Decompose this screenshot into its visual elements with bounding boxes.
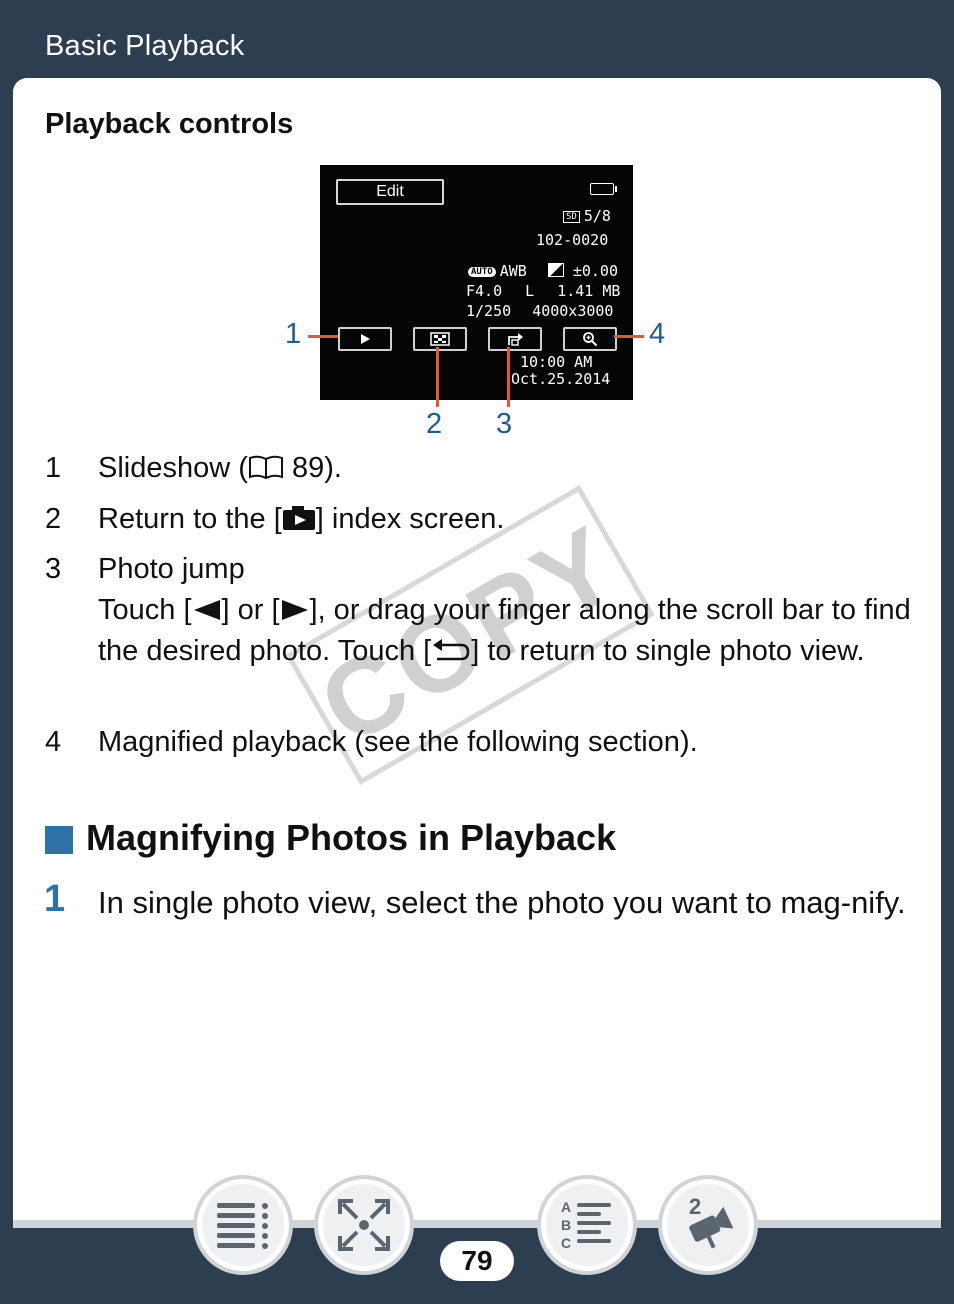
resolution-value: 4000x3000 bbox=[532, 302, 614, 320]
previous-arrow-icon bbox=[193, 600, 220, 620]
list-item-text: Magnified playback (see the following se… bbox=[98, 726, 698, 758]
table-of-contents-icon bbox=[217, 1203, 268, 1249]
magnify-button bbox=[563, 327, 617, 351]
exposure-compensation-icon bbox=[547, 263, 564, 277]
shooting-info-row-3: 1/250 4000x3000 bbox=[466, 302, 613, 320]
fit-to-screen-button[interactable] bbox=[314, 1175, 414, 1275]
svg-text:B: B bbox=[561, 1217, 571, 1233]
callout-1-leader bbox=[308, 335, 338, 338]
item-3-title: Photo jump bbox=[98, 553, 245, 585]
fit-to-screen-icon bbox=[338, 1199, 390, 1251]
exposure-value: ±0.00 bbox=[572, 262, 618, 280]
battery-icon bbox=[590, 183, 617, 195]
section-heading: Playback controls bbox=[45, 108, 294, 140]
page-bottom-divider bbox=[13, 1220, 941, 1228]
edit-button: Edit bbox=[336, 179, 444, 205]
shutter-value: 1/250 bbox=[466, 302, 512, 320]
file-size-value: 1.41 MB bbox=[557, 282, 621, 300]
abc-index-button[interactable]: ABC bbox=[537, 1175, 637, 1275]
callout-4: 4 bbox=[649, 318, 666, 350]
return-icon bbox=[433, 639, 470, 661]
callout-2: 2 bbox=[426, 408, 443, 440]
list-item-number: 1 bbox=[45, 452, 62, 484]
book-reference-icon bbox=[248, 455, 283, 480]
callout-4-leader bbox=[614, 335, 644, 338]
page-number: 79 bbox=[440, 1241, 514, 1281]
photo-jump-button bbox=[488, 327, 542, 351]
step-number: 1 bbox=[44, 878, 66, 920]
play-icon bbox=[361, 334, 370, 344]
shooting-info-row-1: AUTO AWB ±0.00 bbox=[468, 262, 618, 280]
heading-marker-square bbox=[45, 826, 73, 854]
list-item-number: 2 bbox=[45, 503, 62, 535]
quality-value: L bbox=[525, 282, 535, 300]
item-3-text-a: Touch [ bbox=[98, 594, 192, 626]
shooting-info-row-2: F4.0 L 1.41 MB bbox=[466, 282, 620, 300]
item-3-description: Touch [] or [], or drag your finger alon… bbox=[98, 590, 918, 672]
subheading: Magnifying Photos in Playback bbox=[86, 817, 617, 858]
item-2-text-start: Return to the [ bbox=[98, 503, 282, 535]
step-text: In single photo view, select the photo y… bbox=[98, 885, 906, 920]
index-grid-icon bbox=[430, 332, 450, 346]
camera-screen-figure: Edit SD 5/8 102-0020 AUTO AWB ±0.00 F4.0 L… bbox=[320, 165, 633, 400]
callout-3: 3 bbox=[496, 408, 513, 440]
list-item-text: Return to the [ ] index screen. bbox=[98, 499, 918, 540]
auto-mode-icon: AUTO bbox=[468, 267, 496, 277]
item-3-text-b: ] or [ bbox=[221, 594, 280, 626]
sd-card-icon: SD bbox=[563, 211, 580, 223]
callout-2-leader bbox=[436, 347, 439, 407]
callout-3-leader bbox=[507, 347, 510, 407]
zoom-in-icon bbox=[583, 332, 598, 347]
svg-text:C: C bbox=[561, 1235, 571, 1251]
item-3-text-d: ] to return to single photo view. bbox=[471, 635, 865, 667]
next-arrow-icon bbox=[281, 600, 308, 620]
item-2-text-end: ] index screen. bbox=[315, 503, 505, 535]
item-1-text-end: 89). bbox=[283, 452, 342, 484]
header-title: Basic Playback bbox=[45, 30, 245, 62]
abc-index-icon: ABC bbox=[561, 1199, 611, 1251]
slideshow-button bbox=[338, 327, 392, 351]
svg-text:A: A bbox=[561, 1199, 571, 1215]
photo-camera-icon bbox=[282, 506, 315, 530]
table-of-contents-button[interactable] bbox=[193, 1175, 293, 1275]
index-screen-button bbox=[413, 327, 467, 351]
mode-number: 2 bbox=[689, 1194, 702, 1219]
list-item-number: 4 bbox=[45, 726, 62, 758]
aperture-value: F4.0 bbox=[466, 282, 503, 300]
photo-counter: SD 5/8 bbox=[563, 207, 611, 225]
list-item-text: Slideshow ( 89). bbox=[98, 448, 918, 489]
photo-jump-icon bbox=[508, 333, 523, 346]
awb-label: AWB bbox=[499, 262, 527, 280]
playback-time: 10:00 AM bbox=[520, 353, 593, 371]
counter-value: 5/8 bbox=[583, 207, 611, 225]
callout-1: 1 bbox=[285, 318, 302, 350]
item-1-text-start: Slideshow ( bbox=[98, 452, 248, 484]
playback-date: Oct.25.2014 bbox=[511, 370, 611, 388]
list-item-text: Photo jump Touch [] or [], or drag your … bbox=[98, 549, 918, 672]
camera-mode-button[interactable]: 2 bbox=[658, 1175, 758, 1275]
file-number: 102-0020 bbox=[536, 231, 609, 249]
list-item-number: 3 bbox=[45, 553, 62, 585]
